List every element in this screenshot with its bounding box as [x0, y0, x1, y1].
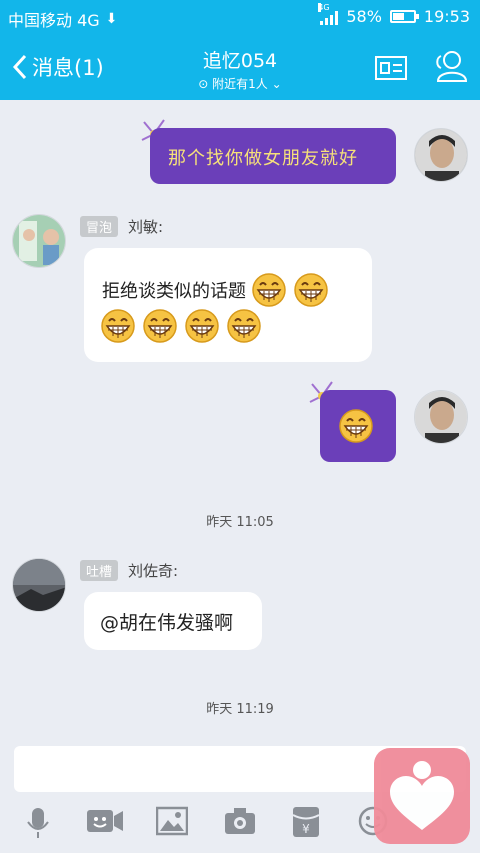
- sender-name: 刘敏:: [128, 218, 164, 236]
- back-label: 消息(1): [32, 56, 104, 80]
- timestamp: 昨天 11:05: [206, 515, 274, 530]
- avatar-liuzuoqi[interactable]: [12, 558, 66, 612]
- avatar-self[interactable]: [414, 390, 468, 444]
- profile-card-icon[interactable]: [374, 54, 408, 82]
- group-members-icon[interactable]: [432, 48, 470, 84]
- signal-4g-label: 4G: [318, 2, 330, 12]
- grin-emoji-icon: [294, 273, 328, 307]
- message-text: @胡在伟发骚啊: [100, 612, 234, 634]
- message-bubble-4[interactable]: @胡在伟发骚啊: [84, 592, 262, 650]
- video-icon[interactable]: [86, 806, 124, 836]
- chevron-down-icon: ⌄: [271, 77, 282, 91]
- back-button[interactable]: 消息(1): [12, 52, 104, 82]
- carrier-label: 中国移动 4G: [8, 11, 100, 30]
- image-icon[interactable]: [156, 806, 188, 836]
- message-bubble-2[interactable]: 拒绝谈类似的话题: [84, 248, 372, 362]
- message-bubble-3[interactable]: [320, 390, 396, 462]
- message-text: 拒绝谈类似的话题: [102, 281, 246, 302]
- grin-emoji-icon: [339, 409, 373, 443]
- battery-icon: [389, 10, 419, 23]
- sender-name: 刘佐奇:: [128, 562, 179, 580]
- floating-heart-button[interactable]: [374, 748, 470, 844]
- badge-bubble: 冒泡: [80, 216, 119, 237]
- clock: 19:53: [423, 7, 470, 26]
- chat-title[interactable]: 追忆054 ⊙ 附近有1人 ⌄: [140, 46, 340, 92]
- avatar-self[interactable]: [414, 128, 468, 182]
- heart-person-icon: [390, 761, 454, 830]
- grin-emoji-icon: [185, 309, 219, 343]
- chat-area[interactable]: 那个找你做女朋友就好 冒泡 刘敏: 拒绝谈类似的话题 昨天 11:05 吐槽 刘…: [0, 100, 480, 740]
- battery-percent: 58%: [346, 7, 382, 26]
- nearby-subtitle: ⊙ 附近有1人 ⌄: [140, 75, 340, 92]
- status-bar: 中国移动 4G ⬇ 4G 58% 19:53: [0, 0, 480, 34]
- message-text: 那个找你做女朋友就好: [168, 148, 358, 169]
- grin-emoji-icon: [101, 309, 135, 343]
- title-bar: 消息(1) 追忆054 ⊙ 附近有1人 ⌄: [0, 34, 480, 100]
- signal-icon: 4G: [318, 2, 339, 25]
- chevron-left-icon: [12, 54, 27, 80]
- svg-text:¥: ¥: [302, 822, 310, 836]
- avatar-liumin[interactable]: [12, 214, 66, 268]
- page-title: 追忆054: [202, 50, 278, 72]
- badge-complain: 吐槽: [80, 560, 119, 581]
- microphone-icon[interactable]: [24, 806, 52, 840]
- message-bubble-1[interactable]: 那个找你做女朋友就好: [150, 128, 396, 184]
- location-pin-icon: ⊙: [198, 77, 209, 91]
- timestamp: 昨天 11:19: [206, 702, 274, 717]
- grin-emoji-icon: [143, 309, 177, 343]
- camera-icon[interactable]: [224, 806, 256, 836]
- nearby-label: 附近有1人: [212, 77, 268, 91]
- grin-emoji-icon: [227, 309, 261, 343]
- download-icon: ⬇: [105, 11, 118, 27]
- red-packet-icon[interactable]: ¥: [292, 806, 320, 838]
- grin-emoji-icon: [252, 273, 286, 307]
